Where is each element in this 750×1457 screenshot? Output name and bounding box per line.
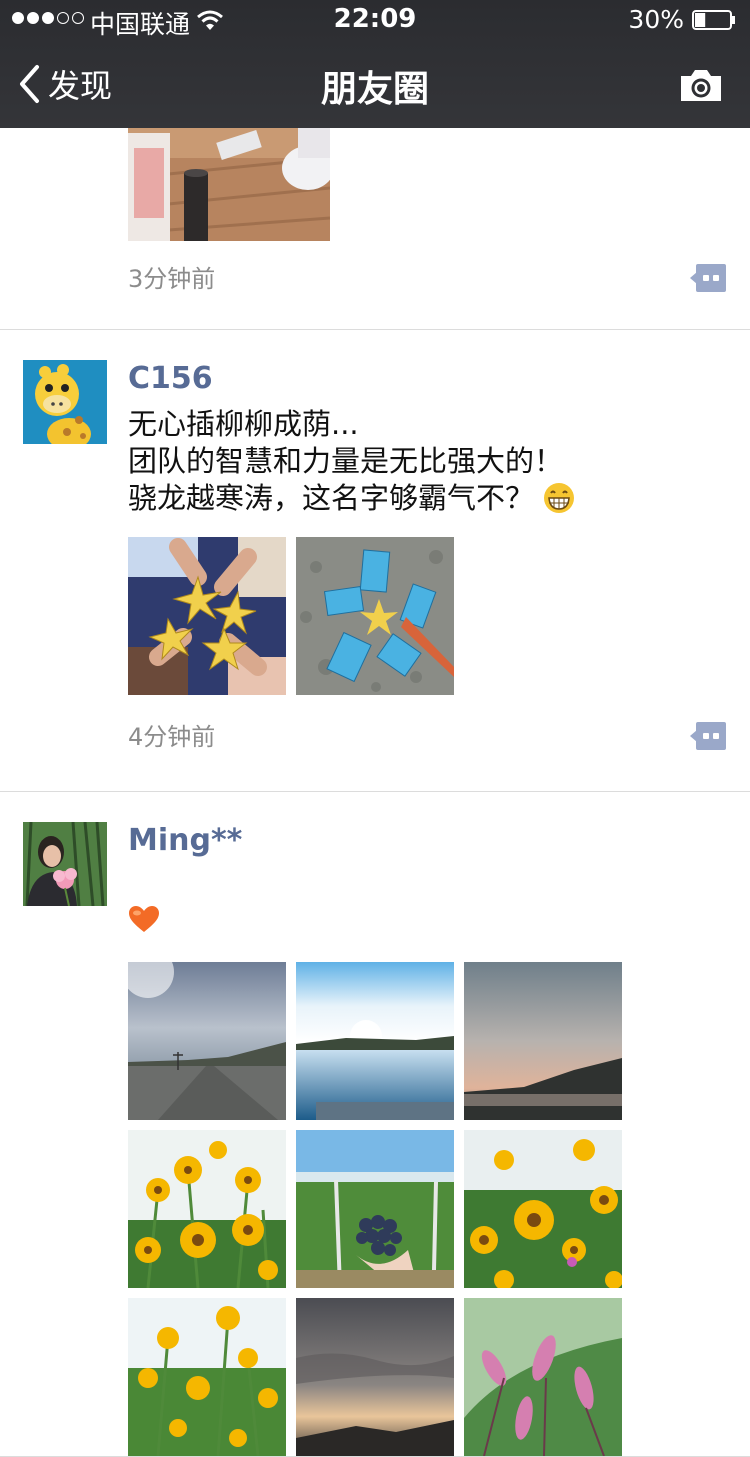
battery-percentage: 30%	[628, 5, 684, 34]
post-photo[interactable]	[296, 962, 454, 1120]
post-photo[interactable]	[296, 1130, 454, 1288]
post-photo[interactable]	[128, 128, 330, 241]
post-photo[interactable]	[128, 1298, 286, 1456]
post-photo[interactable]	[464, 1298, 622, 1456]
comment-button[interactable]	[690, 722, 726, 750]
post-photo[interactable]	[128, 1130, 286, 1288]
post-timestamp: 4分钟前	[128, 723, 216, 751]
post-photo[interactable]	[296, 537, 454, 695]
moment-post: C156 无心插柳柳成荫... 团队的智慧和力量是无比强大的！ 骁龙越寒涛，这名…	[0, 330, 750, 792]
grinning-face-icon	[544, 483, 575, 513]
post-photo[interactable]	[464, 962, 622, 1120]
post-photo[interactable]	[128, 962, 286, 1120]
photo-grid	[128, 962, 726, 1456]
post-photo[interactable]	[464, 1130, 622, 1288]
moment-post: Ming**	[0, 792, 750, 1457]
camera-icon[interactable]	[678, 66, 724, 104]
top-bar: 中国联通 22:09 30% 发现 朋友圈	[0, 0, 750, 128]
post-nickname[interactable]: C156	[128, 360, 726, 398]
moments-feed: 3分钟前 C156 无心插柳柳成荫... 团队的智慧和力量是无比强大的！ 骁龙越…	[0, 128, 750, 1457]
photo-grid	[128, 537, 726, 695]
post-photo[interactable]	[128, 537, 286, 695]
battery-icon	[692, 10, 735, 30]
post-nickname[interactable]: Ming**	[128, 822, 726, 860]
status-bar: 中国联通 22:09 30%	[0, 0, 750, 40]
navigation-bar: 发现 朋友圈	[0, 40, 750, 128]
comment-button[interactable]	[690, 264, 726, 292]
avatar[interactable]	[23, 360, 107, 444]
page-title: 朋友圈	[320, 69, 429, 110]
post-photo[interactable]	[296, 1298, 454, 1456]
moment-post: 3分钟前	[0, 128, 750, 330]
post-timestamp: 3分钟前	[128, 265, 216, 293]
post-text: 无心插柳柳成荫... 团队的智慧和力量是无比强大的！ 骁龙越寒涛，这名字够霸气不…	[128, 406, 726, 517]
avatar[interactable]	[23, 822, 107, 906]
post-text	[128, 868, 726, 942]
orange-heart-icon	[129, 906, 159, 932]
